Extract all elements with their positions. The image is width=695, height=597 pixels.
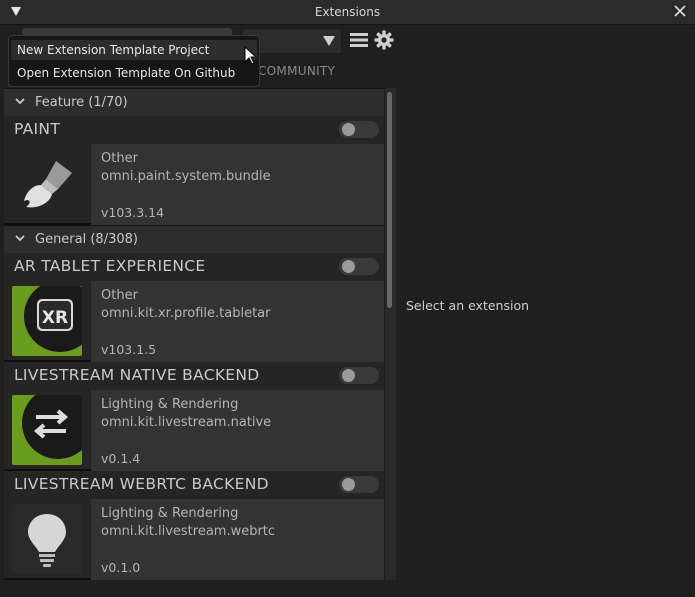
mouse-cursor-icon bbox=[244, 46, 258, 65]
extension-name: PAINT bbox=[14, 120, 61, 138]
toggle-knob bbox=[342, 260, 355, 273]
group-label: General (8/308) bbox=[35, 232, 138, 247]
extension-package: omni.kit.xr.profile.tabletar bbox=[101, 306, 271, 321]
enable-toggle[interactable] bbox=[339, 367, 379, 384]
xr-badge-icon: XR bbox=[12, 286, 82, 356]
extension-name: AR TABLET EXPERIENCE bbox=[14, 257, 206, 275]
extension-category: Lighting & Rendering bbox=[101, 506, 239, 521]
tab-community[interactable]: COMMUNITY bbox=[258, 64, 335, 78]
extension-name: LIVESTREAM NATIVE BACKEND bbox=[14, 366, 260, 384]
extension-version: v103.3.14 bbox=[101, 205, 165, 220]
extension-version: v0.1.4 bbox=[101, 451, 141, 466]
close-icon[interactable] bbox=[673, 4, 687, 18]
extension-item-paint[interactable]: PAINT Other omni.paint.system.bundle v10… bbox=[4, 116, 384, 225]
group-header-general[interactable]: General (8/308) bbox=[4, 225, 384, 253]
enable-toggle[interactable] bbox=[339, 258, 379, 275]
group-label: Feature (1/70) bbox=[35, 95, 128, 110]
toggle-knob bbox=[342, 369, 355, 382]
chevron-down-icon bbox=[15, 98, 25, 105]
extension-category: Other bbox=[101, 288, 138, 303]
window-title: Extensions bbox=[314, 5, 381, 19]
extension-package: omni.kit.livestream.webrtc bbox=[101, 524, 276, 539]
extension-item-livestream-webrtc[interactable]: LIVESTREAM WEBRTC BACKEND Lighting & Ren… bbox=[4, 471, 384, 580]
extension-category: Other bbox=[101, 151, 138, 166]
extension-package: omni.kit.livestream.native bbox=[101, 415, 272, 430]
extension-version: v103.1.5 bbox=[101, 342, 157, 357]
swap-arrows-icon bbox=[12, 395, 82, 465]
extension-version: v0.1.0 bbox=[101, 560, 141, 575]
extension-info: Lighting & Rendering omni.kit.livestream… bbox=[91, 499, 384, 580]
chevron-down-icon bbox=[323, 36, 335, 46]
list-scrollbar[interactable] bbox=[385, 88, 396, 580]
extension-info: Other omni.paint.system.bundle v103.3.14 bbox=[91, 144, 384, 225]
extension-name: LIVESTREAM WEBRTC BACKEND bbox=[14, 475, 269, 493]
paintbrush-icon bbox=[12, 149, 82, 219]
group-header-feature[interactable]: Feature (1/70) bbox=[4, 88, 384, 116]
toggle-knob bbox=[342, 123, 355, 136]
enable-toggle[interactable] bbox=[339, 121, 379, 138]
chevron-down-icon bbox=[15, 235, 25, 242]
title-bar: Extensions bbox=[0, 0, 695, 25]
extension-package: omni.paint.system.bundle bbox=[101, 169, 271, 184]
enable-toggle[interactable] bbox=[339, 476, 379, 493]
extension-category: Lighting & Rendering bbox=[101, 397, 239, 412]
detail-placeholder: Select an extension bbox=[406, 298, 530, 313]
scrollbar-thumb[interactable] bbox=[387, 92, 392, 308]
template-popup-menu: New Extension Template Project Open Exte… bbox=[8, 35, 260, 87]
extension-list: Feature (1/70) PAINT Other omni.paint.sy… bbox=[4, 88, 384, 580]
hamburger-menu-icon[interactable] bbox=[350, 32, 368, 48]
extension-item-livestream-native[interactable]: LIVESTREAM NATIVE BACKEND Lighting & Ren… bbox=[4, 362, 384, 471]
xr-badge-text: XR bbox=[42, 308, 68, 328]
extension-info: Lighting & Rendering omni.kit.livestream… bbox=[91, 390, 384, 471]
menu-item-new-template[interactable]: New Extension Template Project bbox=[11, 40, 257, 60]
extension-item-ar-tablet[interactable]: AR TABLET EXPERIENCE XR Other omni.kit.x… bbox=[4, 253, 384, 362]
lightbulb-icon bbox=[12, 504, 82, 574]
extension-info: Other omni.kit.xr.profile.tabletar v103.… bbox=[91, 281, 384, 362]
gear-icon[interactable] bbox=[374, 30, 394, 50]
toggle-knob bbox=[342, 478, 355, 491]
menu-item-open-github[interactable]: Open Extension Template On Github bbox=[11, 63, 257, 83]
